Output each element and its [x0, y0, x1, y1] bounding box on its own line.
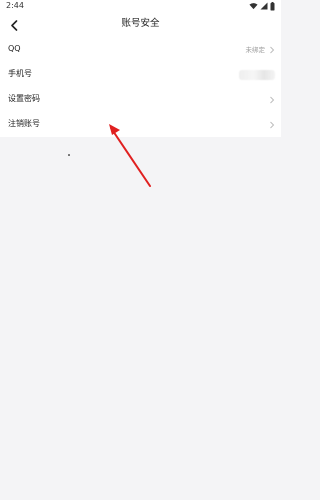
row-phone[interactable]: 手机号 [0, 62, 281, 87]
row-qq[interactable]: QQ 未绑定 [0, 37, 281, 62]
row-right [269, 87, 275, 112]
row-label: 设置密码 [8, 94, 40, 103]
stray-dot [68, 154, 70, 156]
chevron-right-icon [270, 96, 275, 103]
row-right [239, 62, 275, 87]
battery-icon [270, 1, 275, 10]
page-title: 账号安全 [121, 18, 160, 29]
row-right: 未绑定 [246, 37, 276, 62]
phone-number-blurred [239, 69, 275, 80]
row-cancel-account[interactable]: 注销账号 [0, 112, 281, 137]
chevron-right-icon [270, 46, 275, 53]
row-right [269, 112, 275, 137]
chevron-right-icon [270, 121, 275, 128]
status-bar: 2:44 [0, 0, 281, 13]
row-label: 手机号 [8, 69, 32, 78]
wifi-icon [249, 3, 258, 10]
status-time: 2:44 [6, 1, 24, 10]
status-icons [249, 1, 275, 11]
row-set-password[interactable]: 设置密码 [0, 87, 281, 112]
row-label: 注销账号 [8, 119, 40, 128]
row-label: QQ [8, 44, 21, 53]
nav-bar: 账号安全 [0, 13, 281, 37]
qq-status-value: 未绑定 [245, 45, 266, 54]
settings-list: QQ 未绑定 手机号 设置密码 注销账号 [0, 37, 281, 137]
signal-icon [260, 2, 268, 10]
